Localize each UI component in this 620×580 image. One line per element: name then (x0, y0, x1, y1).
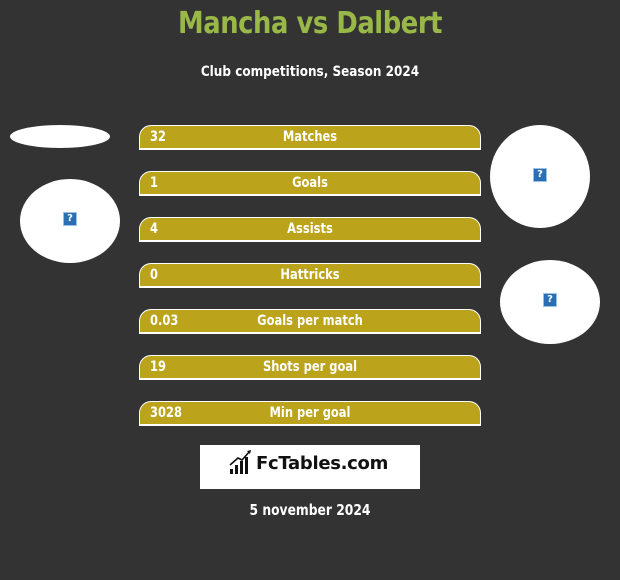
competition-subtitle: Club competitions, Season 2024 (200, 64, 420, 80)
stat-value: 19 (150, 359, 166, 375)
broken-image-icon: ? (543, 293, 557, 307)
stat-label: Min per goal (269, 405, 351, 421)
stat-label: Matches (282, 129, 338, 145)
player2-avatar: ? (490, 125, 590, 228)
stat-label: Shots per goal (262, 359, 358, 375)
stat-value: 0 (150, 267, 158, 283)
stat-label: Goals per match (257, 313, 363, 329)
stat-label: Assists (287, 221, 333, 237)
fctables-logo-link[interactable]: FcTables.com (200, 445, 420, 489)
broken-image-icon: ? (63, 212, 77, 226)
stat-row-shots-per-goal: 19 Shots per goal (139, 355, 481, 380)
logo-text: FcTables.com (256, 453, 389, 474)
stat-row-min-per-goal: 3028 Min per goal (139, 401, 481, 426)
page-title: Mancha vs Dalbert (177, 6, 443, 41)
stat-row-matches: 32 Matches (139, 125, 481, 150)
stat-label: Goals (292, 175, 328, 191)
broken-image-icon: ? (533, 168, 547, 182)
stat-row-assists: 4 Assists (139, 217, 481, 242)
team-logo: ? (500, 260, 600, 344)
stat-row-goals: 1 Goals (139, 171, 481, 196)
stat-value: 4 (150, 221, 158, 237)
stat-row-goals-per-match: 0.03 Goals per match (139, 309, 481, 334)
stat-value: 1 (150, 175, 158, 191)
stat-label: Hattricks (280, 267, 340, 283)
player1-avatar: ? (20, 179, 120, 263)
stat-row-hattricks: 0 Hattricks (139, 263, 481, 288)
date-label: 5 november 2024 (249, 501, 371, 519)
bar-chart-trend-icon (229, 450, 251, 474)
stats-list: 32 Matches 1 Goals 4 Assists 0 Hattricks… (139, 125, 481, 447)
stat-value: 32 (150, 129, 166, 145)
player1-name-placeholder (10, 125, 110, 148)
